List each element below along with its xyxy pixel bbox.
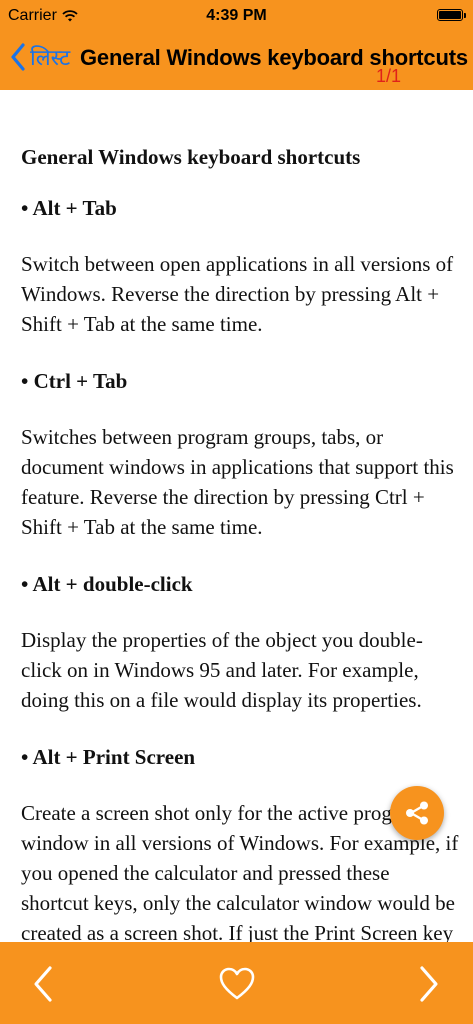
shortcut-description: Display the properties of the object you… — [21, 628, 423, 712]
top-bar: Carrier 4:39 PM लिस्ट General Windows ke… — [0, 0, 473, 90]
shortcut-item: • Alt + Tab Switch between open applicat… — [21, 196, 461, 339]
clock: 4:39 PM — [206, 7, 267, 24]
shortcut-title: • Alt + Print Screen — [21, 745, 196, 769]
page-counter: 1/1 — [375, 66, 401, 86]
favorite-button[interactable] — [212, 960, 262, 1008]
bottom-toolbar — [0, 942, 473, 1024]
chevron-left-icon — [34, 966, 52, 1002]
shortcut-item: • Ctrl + Tab Switches between program gr… — [21, 369, 461, 542]
chevron-right-icon — [420, 966, 438, 1002]
share-button[interactable] — [390, 786, 444, 840]
article-heading: General Windows keyboard shortcuts — [21, 145, 361, 169]
back-button[interactable]: लिस्ट — [10, 42, 70, 72]
shortcut-description: Switches between program groups, tabs, o… — [21, 425, 454, 539]
shortcut-title: • Alt + double-click — [21, 572, 193, 596]
shortcut-item: • Alt + double-click Display the propert… — [21, 572, 461, 715]
back-label: लिस्ट — [30, 46, 71, 71]
nav-bar: लिस्ट General Windows keyboard shortcuts… — [0, 32, 473, 90]
heart-icon — [219, 967, 255, 1000]
shortcut-title: • Alt + Tab — [21, 196, 117, 220]
page-title: General Windows keyboard shortcuts — [80, 45, 468, 70]
share-icon — [406, 801, 428, 825]
shortcut-title: • Ctrl + Tab — [21, 369, 128, 393]
article-content: General Windows keyboard shortcuts • Alt… — [21, 145, 461, 1008]
shortcut-description: Switch between open applications in all … — [21, 252, 454, 336]
battery-icon — [437, 9, 466, 21]
next-button[interactable] — [404, 960, 454, 1008]
previous-button[interactable] — [18, 960, 68, 1008]
chevron-left-icon — [11, 43, 25, 71]
status-bar: Carrier 4:39 PM — [0, 0, 473, 32]
